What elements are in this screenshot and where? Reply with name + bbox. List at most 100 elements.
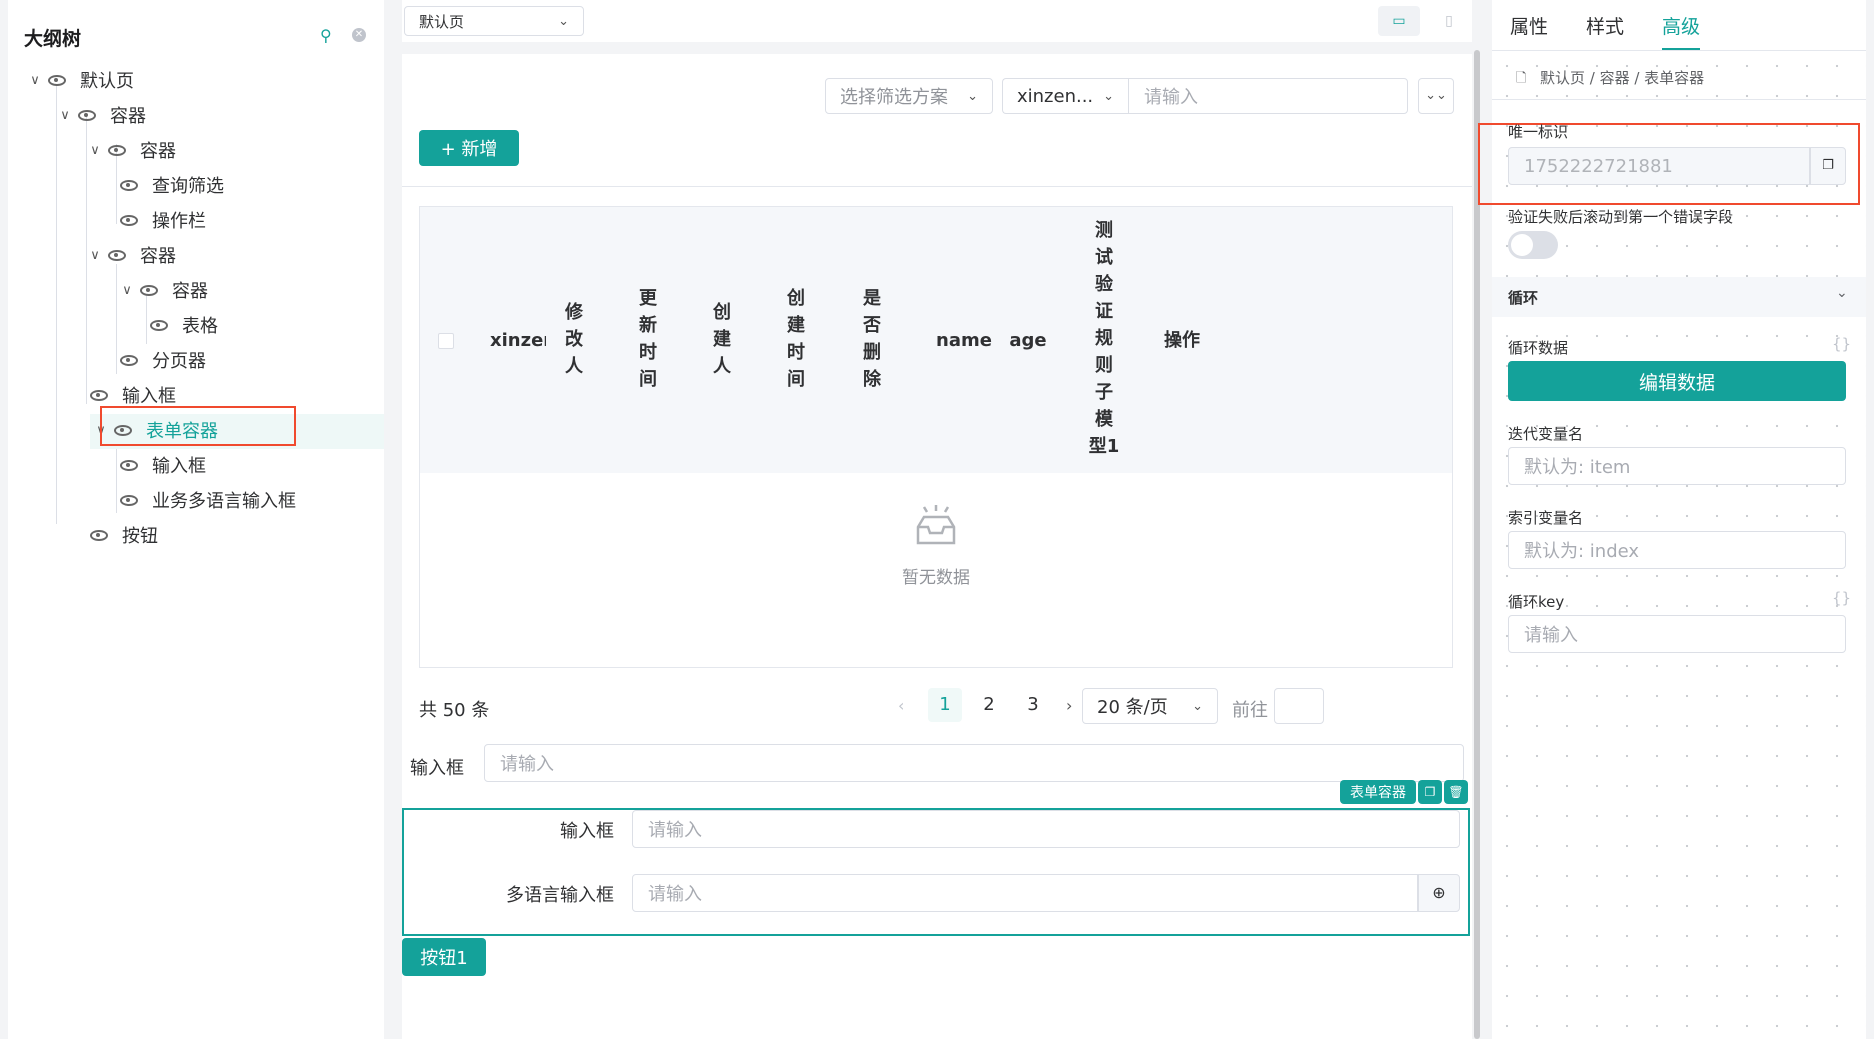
add-button[interactable]: + 新增 [419, 130, 519, 166]
filter-scheme-select[interactable]: 选择筛选方案 ⌄ [825, 78, 993, 114]
tree-node-label: 分页器 [152, 351, 206, 372]
copy-icon[interactable]: ❐ [1418, 780, 1442, 804]
tab-advanced[interactable]: 高级 [1662, 12, 1700, 39]
chevron-down-icon: ⌄ [1192, 698, 1203, 714]
globe-icon[interactable]: ⊕ [1418, 874, 1460, 912]
input2-field[interactable]: 请输入 [632, 810, 1460, 848]
eye-icon[interactable] [140, 284, 158, 296]
iter-var-input[interactable]: 默认为: item [1508, 447, 1846, 485]
eye-icon[interactable] [120, 354, 138, 366]
tree-node-page[interactable]: ∨ 默认页 [28, 65, 134, 95]
chevron-down-icon[interactable]: ∨ [28, 73, 42, 88]
input1-field[interactable]: 请输入 [484, 744, 1464, 782]
prev-page-icon[interactable]: ‹ [898, 696, 904, 715]
tree-node-query-filter[interactable]: 查询筛选 [120, 170, 224, 200]
chevron-down-icon[interactable]: ∨ [58, 108, 72, 123]
eye-icon[interactable] [150, 319, 168, 331]
desktop-view-icon[interactable]: ▭ [1378, 6, 1420, 36]
unique-id-field[interactable]: 1752222721881 [1508, 147, 1810, 185]
tab-styles[interactable]: 样式 [1586, 12, 1624, 39]
page-size-value: 20 条/页 [1097, 697, 1168, 718]
settings-panel: 属性 样式 高级 🗋 默认页 / 容器 / 表单容器 唯一标识 17522227… [1478, 0, 1866, 1039]
form-container[interactable]: 输入框 请输入 多语言输入框 请输入 ⊕ [402, 808, 1470, 936]
expand-filter-button[interactable]: ⌄⌄ [1418, 78, 1454, 114]
eye-icon[interactable] [90, 529, 108, 541]
tree-node-container[interactable]: ∨ 容器 [88, 135, 176, 165]
pin-icon[interactable]: ⚲ [320, 26, 336, 45]
next-page-icon[interactable]: › [1066, 696, 1072, 715]
unique-id-label: 唯一标识 [1508, 123, 1569, 141]
tree-node-label: 容器 [110, 106, 146, 127]
tree-node-label: 默认页 [80, 71, 134, 92]
eye-icon[interactable] [108, 249, 126, 261]
chevron-down-icon[interactable]: ∨ [120, 283, 134, 298]
add-button-label: + 新增 [440, 139, 498, 160]
button1-label: 按钮1 [420, 948, 468, 969]
tree-node-label: 查询筛选 [152, 176, 224, 197]
eye-icon[interactable] [120, 179, 138, 191]
column-header: 测 试 验 证 规 则 子 模 型1 [1088, 220, 1120, 457]
loop-section-header[interactable]: 循环 ⌄ [1492, 277, 1866, 317]
chevron-down-icon[interactable]: ∨ [88, 143, 102, 158]
loop-section-title: 循环 [1508, 289, 1539, 307]
goto-input[interactable] [1274, 688, 1324, 724]
edit-data-button[interactable]: 编辑数据 [1508, 361, 1846, 401]
form-container-tag[interactable]: 表单容器 [1340, 780, 1416, 804]
input1-placeholder: 请输入 [500, 754, 554, 775]
page-3[interactable]: 3 [1016, 688, 1050, 722]
tab-properties[interactable]: 属性 [1510, 12, 1548, 39]
column-header: 修 改 人 [565, 302, 583, 377]
filter-field-select[interactable]: xinzen... ⌄ [1002, 78, 1128, 114]
eye-icon[interactable] [48, 74, 66, 86]
eye-icon[interactable] [78, 109, 96, 121]
tree-node-button[interactable]: 按钮 [90, 520, 158, 550]
tree-node-container[interactable]: ∨ 容器 [120, 275, 208, 305]
tree-node-label: 容器 [140, 141, 176, 162]
tree-node-pagination[interactable]: 分页器 [120, 345, 206, 375]
tree-node-container[interactable]: ∨ 容器 [88, 240, 176, 270]
selection-highlight-box [100, 406, 296, 446]
loop-key-placeholder: 请输入 [1524, 625, 1578, 646]
filter-value-input[interactable]: 请输入 [1128, 78, 1408, 114]
eye-icon[interactable] [120, 214, 138, 226]
column-header: 是 否 删 除 [863, 288, 881, 390]
delete-icon[interactable]: 🗑 [1444, 780, 1468, 804]
close-icon[interactable]: ✕ [352, 28, 366, 42]
form-container-toolbar: 表单容器 ❐ 🗑 [1340, 780, 1468, 804]
select-all-checkbox[interactable] [438, 333, 454, 349]
tree-node-input[interactable]: 输入框 [120, 450, 206, 480]
chevron-down-icon[interactable]: ∨ [88, 248, 102, 263]
filter-field-value: xinzen... [1017, 85, 1094, 107]
multilang-field[interactable]: 请输入 [632, 874, 1418, 912]
page-select[interactable]: 默认页 ⌄ [404, 6, 584, 36]
tree-node-container[interactable]: ∨ 容器 [58, 100, 146, 130]
tree-node-multilang-input[interactable]: 业务多语言输入框 [120, 485, 296, 515]
loop-key-input[interactable]: 请输入 [1508, 615, 1846, 653]
index-var-input[interactable]: 默认为: index [1508, 531, 1846, 569]
column-header: age [1009, 330, 1047, 351]
mobile-view-icon[interactable]: ▯ [1428, 6, 1470, 36]
filter-value-placeholder: 请输入 [1144, 87, 1198, 108]
eye-icon[interactable] [120, 459, 138, 471]
button1[interactable]: 按钮1 [402, 938, 486, 976]
design-canvas: 选择筛选方案 ⌄ xinzen... ⌄ 请输入 ⌄⌄ + 新增 xinzen 修 … [402, 54, 1472, 1039]
tree-node-table[interactable]: 表格 [150, 310, 218, 340]
breadcrumb-divider [1492, 99, 1866, 100]
tree-node-action-bar[interactable]: 操作栏 [120, 205, 206, 235]
copy-icon[interactable]: ❐ [1810, 147, 1846, 185]
page-1[interactable]: 1 [928, 688, 962, 722]
input1-label: 输入框 [410, 758, 464, 779]
multilang-placeholder: 请输入 [648, 884, 702, 905]
page-size-select[interactable]: 20 条/页 ⌄ [1082, 688, 1218, 724]
eye-icon[interactable] [108, 144, 126, 156]
page-2[interactable]: 2 [972, 688, 1006, 722]
tree-node-label: 容器 [140, 246, 176, 267]
iter-var-placeholder: 默认为: item [1524, 457, 1631, 478]
filter-scheme-placeholder: 选择筛选方案 [840, 87, 948, 108]
scroll-error-toggle[interactable] [1508, 231, 1558, 259]
outline-title: 大纲树 [24, 28, 82, 50]
eye-icon[interactable] [120, 494, 138, 506]
column-header: xinzen [490, 330, 546, 351]
scroll-error-label: 验证失败后滚动到第一个错误字段 [1508, 208, 1734, 226]
eye-icon[interactable] [90, 389, 108, 401]
